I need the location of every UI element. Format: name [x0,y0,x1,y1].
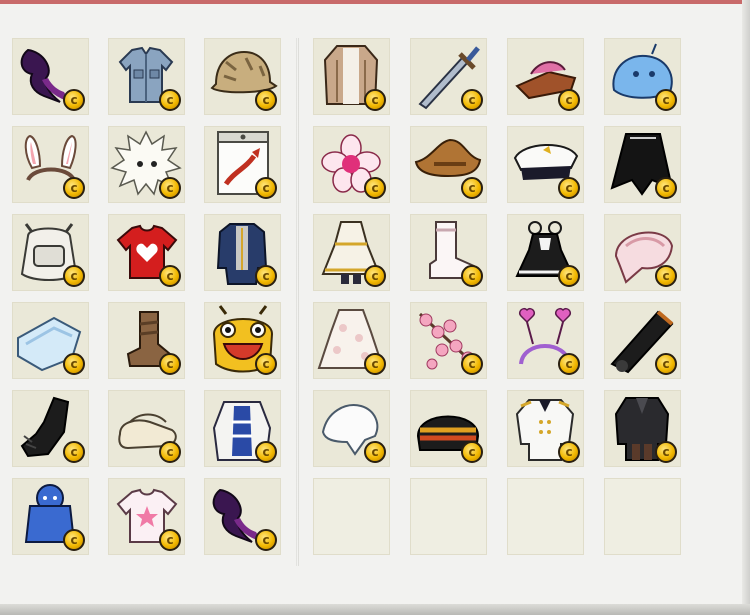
coin-icon: c [364,265,386,287]
item-slot-black-cannon[interactable]: c [604,302,681,379]
item-slot-black-maid-dress[interactable]: c [507,214,584,291]
coin-icon: c [655,441,677,463]
item-slot-star-t-shirt[interactable]: c [108,478,185,555]
item-slot-white-puffball[interactable]: c [108,126,185,203]
window-bottom-border [0,604,750,615]
item-slot-cowboy-hat[interactable]: c [410,126,487,203]
right-inventory-grid: c c c c c c c c c c c c c c c c c c c c [313,38,681,555]
item-slot-bee-mask[interactable]: c [204,302,281,379]
empty-slot[interactable] [313,478,390,555]
item-slot-dark-feather-hat-2[interactable]: c [204,478,281,555]
coin-icon: c [159,89,181,111]
empty-slot[interactable] [604,478,681,555]
coin-icon: c [159,353,181,375]
item-slot-blue-slime-hat[interactable]: c [604,38,681,115]
item-slot-lace-dress[interactable]: c [313,302,390,379]
item-slot-heart-antenna-headband[interactable]: c [507,302,584,379]
item-slot-white-uniform[interactable]: c [507,390,584,467]
coin-icon: c [255,441,277,463]
coin-icon: c [63,353,85,375]
coin-icon: c [558,89,580,111]
item-slot-striped-helmet[interactable]: c [410,390,487,467]
item-slot-black-cape[interactable]: c [604,126,681,203]
coin-icon: c [461,177,483,199]
coin-icon: c [159,265,181,287]
coin-icon: c [255,265,277,287]
item-slot-heart-t-shirt[interactable]: c [108,214,185,291]
coin-icon: c [63,441,85,463]
coin-icon: c [364,177,386,199]
coin-icon: c [461,89,483,111]
coin-icon: c [63,529,85,551]
coin-icon: c [558,441,580,463]
item-slot-cream-shoes[interactable]: c [108,390,185,467]
item-slot-dark-suit[interactable]: c [604,390,681,467]
coin-icon: c [461,353,483,375]
coin-icon: c [558,177,580,199]
item-slot-brown-boots[interactable]: c [108,302,185,379]
coin-icon: c [364,89,386,111]
window-top-border [0,0,750,4]
empty-slot[interactable] [507,478,584,555]
item-slot-white-backpack[interactable]: c [12,214,89,291]
item-slot-long-cardigan[interactable]: c [313,38,390,115]
coin-icon: c [364,441,386,463]
coin-icon: c [63,177,85,199]
coin-icon: c [364,353,386,375]
panel-divider [296,38,299,566]
coin-icon: c [255,529,277,551]
coin-icon: c [461,441,483,463]
coin-icon: c [655,353,677,375]
item-slot-blue-hoodie[interactable]: c [12,478,89,555]
coin-icon: c [255,177,277,199]
coin-icon: c [159,177,181,199]
item-slot-bunny-ears-headband[interactable]: c [12,126,89,203]
item-slot-gold-trim-dress[interactable]: c [313,214,390,291]
item-slot-navy-coat[interactable]: c [204,214,281,291]
item-slot-blue-white-robe[interactable]: c [204,390,281,467]
coin-icon: c [255,89,277,111]
left-inventory-grid: c c c c c c c c c c c c c c c c c c [12,38,281,555]
item-slot-black-glove[interactable]: c [12,390,89,467]
coin-icon: c [558,353,580,375]
item-slot-cherry-blossom-branch[interactable]: c [410,302,487,379]
item-slot-sealed-package[interactable]: c [204,126,281,203]
item-slot-sandals[interactable]: c [507,38,584,115]
item-slot-white-bandana[interactable]: c [313,390,390,467]
coin-icon: c [63,265,85,287]
empty-slot[interactable] [410,478,487,555]
coin-icon: c [655,89,677,111]
coin-icon: c [63,89,85,111]
item-slot-blue-pillow[interactable]: c [12,302,89,379]
coin-icon: c [159,529,181,551]
coin-icon: c [461,265,483,287]
item-slot-steel-sword[interactable]: c [410,38,487,115]
coin-icon: c [255,353,277,375]
item-slot-dark-feather-hat[interactable]: c [12,38,89,115]
coin-icon: c [558,265,580,287]
item-slot-camo-helmet[interactable]: c [204,38,281,115]
item-slot-denim-shirt[interactable]: c [108,38,185,115]
coin-icon: c [655,265,677,287]
coin-icon: c [655,177,677,199]
window-right-border [742,0,750,615]
coin-icon: c [159,441,181,463]
item-slot-captain-cap[interactable]: c [507,126,584,203]
item-slot-white-boots[interactable]: c [410,214,487,291]
item-slot-pink-wrap-scarf[interactable]: c [604,214,681,291]
item-slot-pink-flower-hairpin[interactable]: c [313,126,390,203]
